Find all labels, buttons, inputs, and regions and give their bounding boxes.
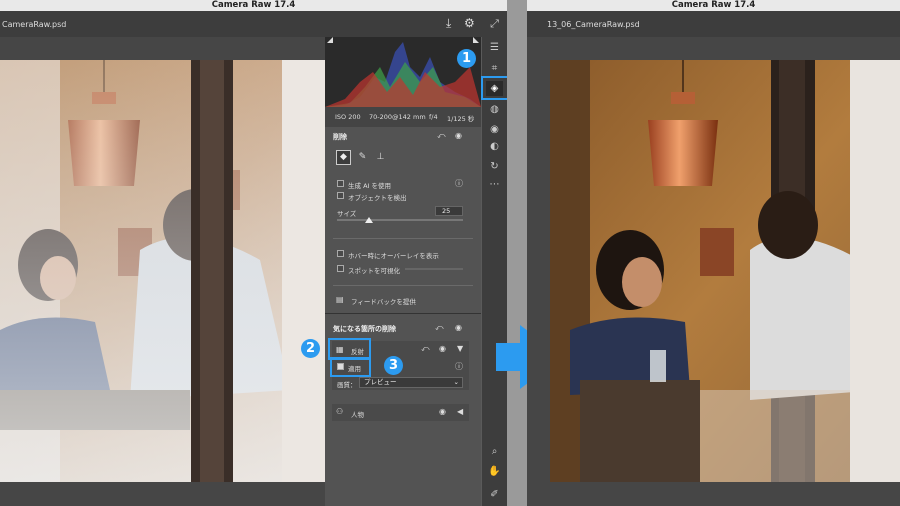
right-photo-after xyxy=(550,60,900,482)
eye-icon[interactable]: ◉ xyxy=(439,407,446,416)
hover-overlay-label: ホバー時にオーバーレイを表示 xyxy=(348,252,439,260)
camera-info-bar: ISO 200 70-200@142 mm f/4 1/125 秒 xyxy=(325,107,481,127)
mask-icon[interactable]: ◍ xyxy=(486,102,503,117)
arrow-shaft xyxy=(496,343,522,371)
collapse-arrow-icon[interactable]: ▼ xyxy=(457,344,463,353)
quality-select-value: プレビュー xyxy=(364,378,397,386)
detect-objects-checkbox[interactable] xyxy=(337,192,344,199)
divider xyxy=(333,238,473,239)
remove-section-title: 削除 xyxy=(333,133,347,141)
iso-value: ISO 200 xyxy=(335,113,361,121)
before-after-separator xyxy=(507,0,527,506)
callout-number-1: 1 xyxy=(457,49,476,68)
hover-overlay-checkbox[interactable] xyxy=(337,250,344,257)
detect-objects-label: オブジェクトを検出 xyxy=(348,194,407,202)
callout-number-3: 3 xyxy=(384,356,403,375)
info-icon[interactable]: ⓘ xyxy=(455,361,463,372)
heal-tool-icon[interactable]: ✎ xyxy=(355,150,370,165)
visualize-spots-slider[interactable] xyxy=(405,268,463,270)
shutter-value: 1/125 秒 xyxy=(447,115,475,123)
divider xyxy=(333,285,473,286)
reset-icon[interactable]: ⤺ xyxy=(437,131,446,141)
remove-brush-icon[interactable]: ◆ xyxy=(336,150,351,165)
size-slider-thumb[interactable] xyxy=(364,217,373,223)
gen-ai-checkbox[interactable] xyxy=(337,180,344,187)
people-icon: ⚇ xyxy=(336,407,344,416)
eye-icon[interactable]: ◉ xyxy=(439,344,446,353)
section-divider xyxy=(325,313,481,314)
quality-select[interactable]: プレビュー ⌄ xyxy=(359,377,463,388)
quality-label: 画質： xyxy=(337,381,357,389)
tool-strip: ☰ ⌗ ◈ ◍ ◉ ◐ ↻ ⋯ ⌕ ✋ ✐ xyxy=(482,37,507,506)
clone-stamp-icon[interactable]: ⊥ xyxy=(373,150,388,165)
callout-number-2: 2 xyxy=(301,339,320,358)
gen-ai-label: 生成 AI を使用 xyxy=(348,182,391,190)
callout-box-remove-tool xyxy=(481,76,510,100)
right-header-bar: 13_06_CameraRaw.psd xyxy=(527,11,900,37)
right-window-title: Camera Raw 17.4 xyxy=(527,0,900,11)
right-canvas-top xyxy=(527,37,900,60)
callout-box-apply xyxy=(330,357,371,377)
visualize-spots-checkbox[interactable] xyxy=(337,265,344,272)
eyedropper-icon[interactable]: ✐ xyxy=(486,487,503,502)
reset-icon[interactable]: ⤺ xyxy=(435,323,444,333)
zoom-icon[interactable]: ⌕ xyxy=(486,444,503,459)
sliders-icon[interactable]: ☰ xyxy=(486,40,503,55)
left-canvas-top xyxy=(0,37,325,60)
size-label: サイズ xyxy=(337,210,357,218)
info-icon[interactable]: ⓘ xyxy=(455,178,463,189)
expand-arrow-icon[interactable]: ◀ xyxy=(457,407,463,416)
left-window-title: Camera Raw 17.4 xyxy=(0,0,507,11)
redeye-icon[interactable]: ◉ xyxy=(486,122,503,137)
hand-icon[interactable]: ✋ xyxy=(486,464,503,479)
edit-panel: ISO 200 70-200@142 mm f/4 1/125 秒 削除 ⤺ ◉… xyxy=(325,37,481,506)
feedback-icon[interactable]: ▤ xyxy=(336,295,344,304)
right-canvas-bottom xyxy=(527,482,900,506)
size-value-field[interactable]: 25 xyxy=(435,206,463,216)
chevron-down-icon: ⌄ xyxy=(453,378,459,386)
left-file-tab[interactable]: CameraRaw.psd xyxy=(2,20,66,30)
left-canvas-bottom xyxy=(0,482,325,506)
presets-icon[interactable]: ◐ xyxy=(486,139,503,154)
feedback-link[interactable]: フィードバックを提供 xyxy=(351,296,416,306)
right-canvas-left xyxy=(527,60,550,482)
lens-value: 70-200@142 mm xyxy=(369,113,426,121)
eye-icon[interactable]: ◉ xyxy=(455,131,462,140)
people-label: 人物 xyxy=(351,411,364,419)
save-icon[interactable]: ⤓ xyxy=(446,16,451,30)
distraction-section-title: 気になる箇所の削除 xyxy=(333,325,396,333)
more-icon[interactable]: ⋯ xyxy=(486,177,503,192)
fullscreen-icon[interactable]: ⤢ xyxy=(482,11,507,37)
left-header-bar: CameraRaw.psd ⤓ ⚙ xyxy=(0,11,482,37)
size-slider-track[interactable] xyxy=(337,219,463,221)
crop-icon[interactable]: ⌗ xyxy=(486,61,503,76)
snapshot-icon[interactable]: ↻ xyxy=(486,159,503,174)
visualize-spots-label: スポットを可視化 xyxy=(348,267,400,275)
left-photo-before xyxy=(0,60,325,482)
aperture-value: f/4 xyxy=(429,113,438,121)
histogram xyxy=(325,37,481,107)
gear-icon[interactable]: ⚙ xyxy=(464,16,475,30)
reset-icon[interactable]: ⤺ xyxy=(421,344,430,354)
eye-icon[interactable]: ◉ xyxy=(455,323,462,332)
right-file-tab[interactable]: 13_06_CameraRaw.psd xyxy=(547,20,640,30)
